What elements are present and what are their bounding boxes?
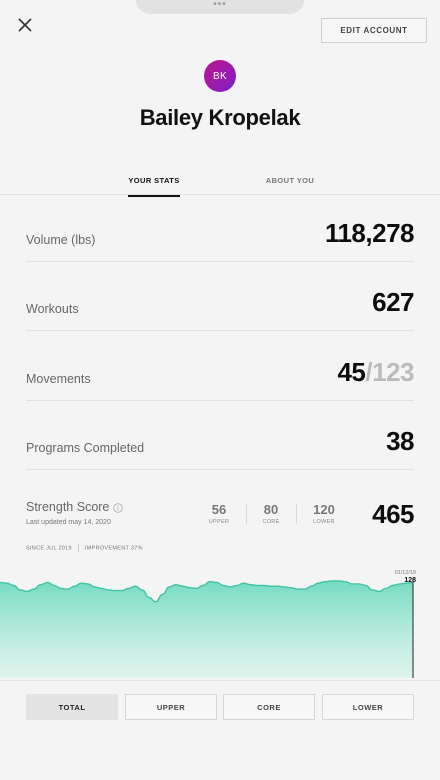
since-text: SINCE JUL 2019 (26, 545, 72, 552)
stat-label: Workouts (26, 302, 79, 316)
strength-since-row: SINCE JUL 2019 IMPROVEMENT 37% (26, 544, 143, 552)
subscore-divider (246, 504, 247, 524)
subscore-core: 80 CORE (251, 502, 291, 525)
subscore-upper: 56 UPPER (199, 502, 239, 525)
strength-score-total: 465 (372, 499, 414, 529)
stat-row-movements: Movements 45/123 (26, 357, 414, 401)
sheet-handle[interactable]: ••• (136, 0, 304, 14)
stat-label: Programs Completed (26, 441, 145, 455)
filter-upper-button[interactable]: UPPER (125, 694, 217, 720)
subscore-lower: 120 LOWER (304, 502, 344, 525)
stat-value: 38 (386, 426, 414, 456)
edit-account-button[interactable]: EDIT ACCOUNT (321, 18, 427, 43)
subscore-value: 56 (211, 502, 227, 517)
strength-updated: Last updated may 14, 2020 (26, 519, 111, 526)
tab-about-you[interactable]: ABOUT YOU (262, 176, 318, 195)
filter-core-button[interactable]: CORE (223, 694, 315, 720)
handle-dots: ••• (213, 0, 227, 10)
filter-total-button[interactable]: TOTAL (26, 694, 118, 720)
subscore-divider (296, 504, 297, 524)
profile-name: Bailey Kropelak (139, 105, 301, 130)
subscore-label: CORE (262, 519, 280, 525)
tab-bar: YOUR STATS ABOUT YOU (0, 176, 440, 197)
filter-lower-button[interactable]: LOWER (322, 694, 414, 720)
stat-value: 627 (372, 287, 414, 317)
subscore-value: 80 (263, 502, 279, 517)
stat-label: Movements (26, 372, 91, 386)
stat-label: Volume (lbs) (26, 233, 96, 247)
tabs-divider (0, 194, 440, 195)
stat-value: 118,278 (324, 218, 415, 248)
since-divider (77, 544, 79, 552)
stat-row-volume: Volume (lbs) 118,278 (26, 218, 415, 262)
close-icon (18, 18, 32, 32)
subscore-label: LOWER (313, 519, 335, 525)
strength-score-title: Strength Score (26, 500, 110, 514)
strength-chart[interactable] (0, 566, 440, 678)
movements-total: /123 (365, 357, 414, 387)
improvement-text: IMPROVEMENT 37% (84, 545, 143, 552)
stat-row-workouts: Workouts 627 (26, 287, 414, 331)
stat-row-programs: Programs Completed 38 (26, 426, 414, 470)
info-icon[interactable] (113, 503, 123, 513)
avatar: BK (204, 60, 236, 92)
movements-count: 45 (337, 357, 366, 387)
subscore-value: 120 (313, 502, 335, 517)
chart-area (0, 580, 413, 678)
subscore-label: UPPER (208, 519, 230, 525)
stat-value: 45/123 (337, 357, 414, 388)
close-button[interactable] (14, 14, 36, 36)
